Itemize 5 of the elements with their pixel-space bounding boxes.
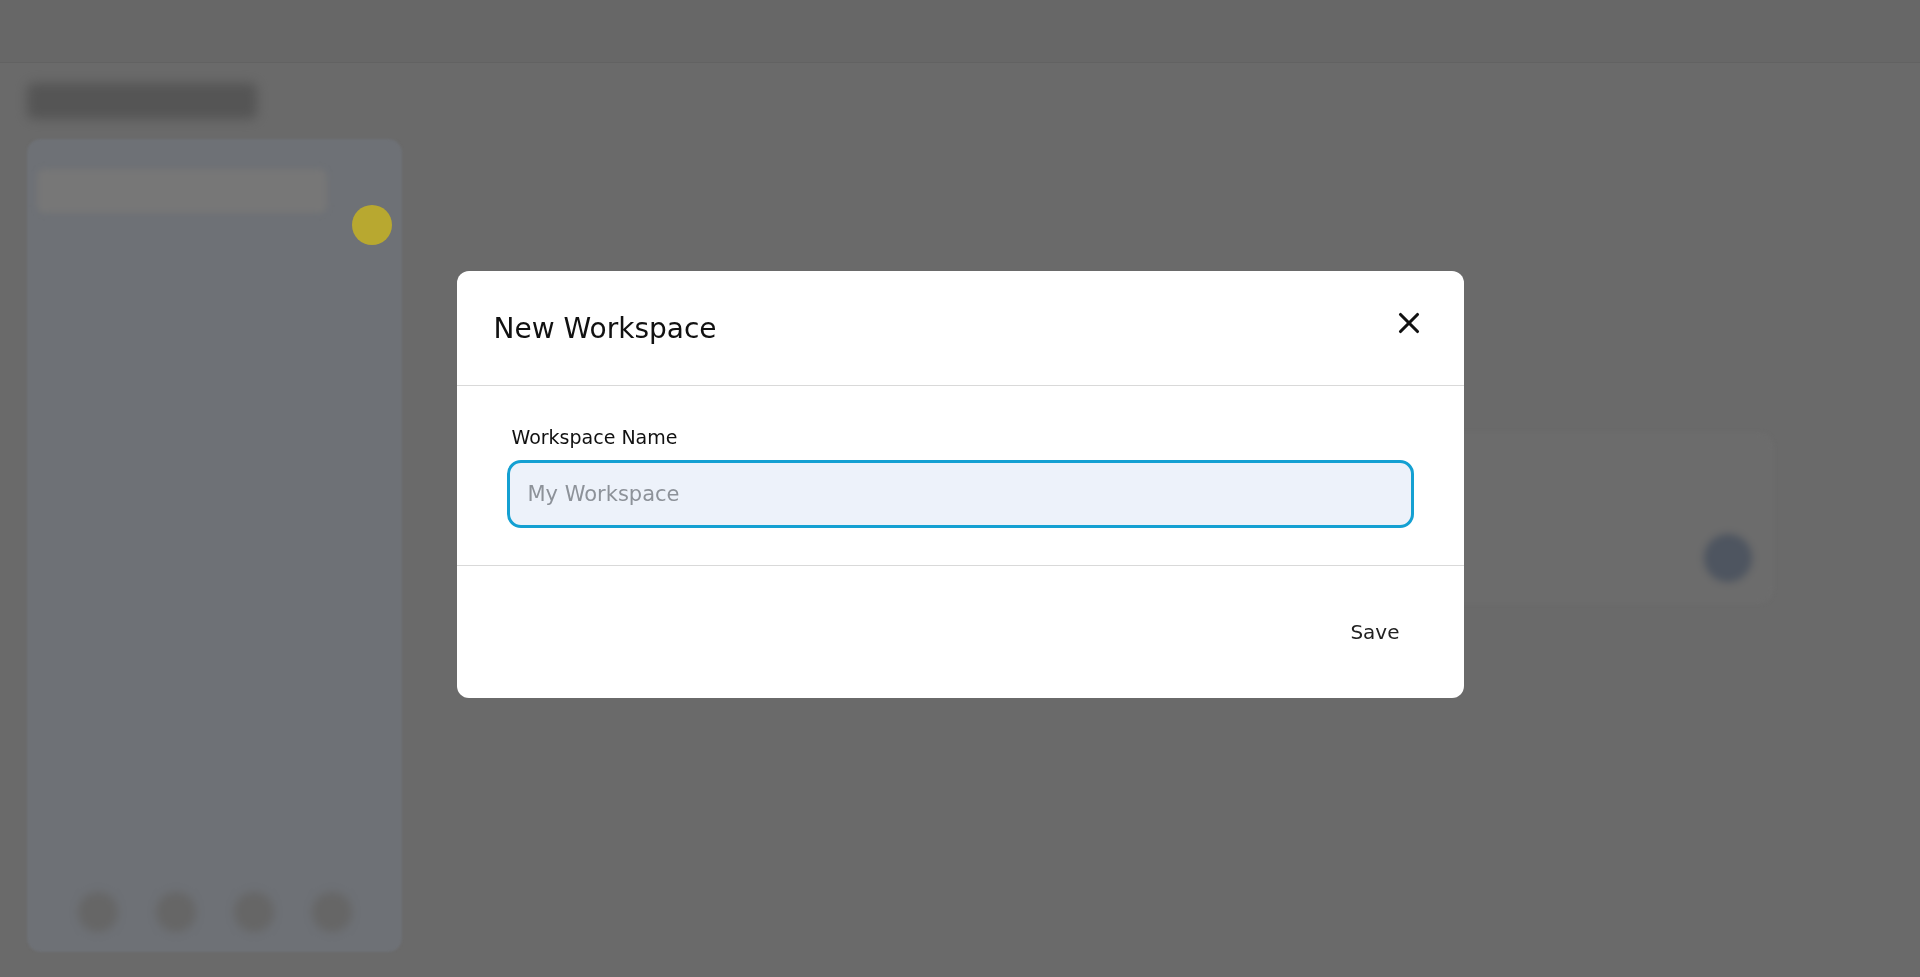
field-label: Workspace Name	[510, 426, 679, 448]
input-field[interactable]: My Workspace	[506, 460, 1414, 528]
dialog-title: New Workspace	[493, 311, 717, 345]
blurred-avatar	[1704, 533, 1752, 582]
save-button[interactable]: Save	[1346, 612, 1404, 652]
